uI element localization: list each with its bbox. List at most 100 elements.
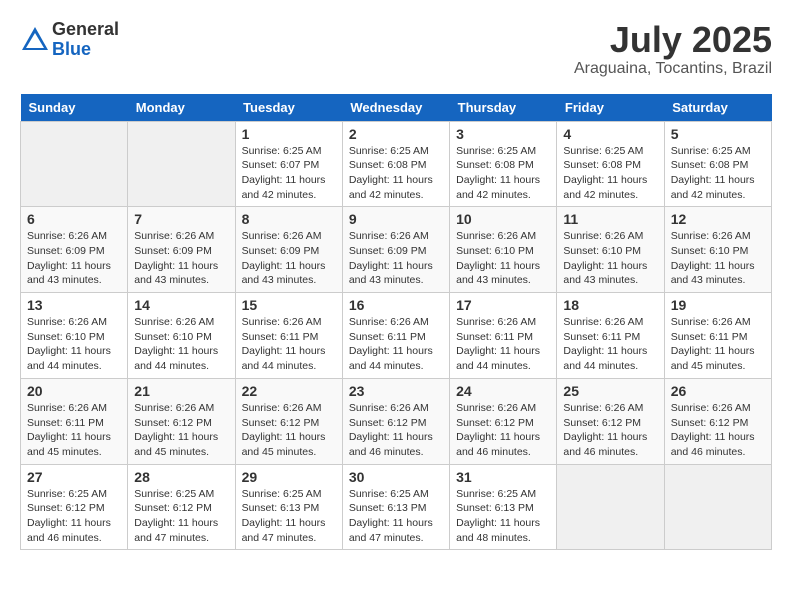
calendar-cell: 13Sunrise: 6:26 AM Sunset: 6:10 PM Dayli… bbox=[21, 293, 128, 379]
day-number: 9 bbox=[349, 211, 443, 227]
title-block: July 2025 Araguaina, Tocantins, Brazil bbox=[574, 20, 772, 78]
day-number: 2 bbox=[349, 126, 443, 142]
weekday-header-saturday: Saturday bbox=[664, 94, 771, 122]
calendar-cell: 22 Sunrise: 6:26 AM Sunset: 6:12 PM Dayli… bbox=[235, 378, 342, 464]
week-row-5: 27 Sunrise: 6:25 AM Sunset: 6:12 PM Dayli… bbox=[21, 464, 772, 550]
day-info: Sunrise: 6:26 AM Sunset: 6:12 PM Dayligh… bbox=[349, 401, 443, 460]
calendar-cell: 23 Sunrise: 6:26 AM Sunset: 6:12 PM Dayli… bbox=[342, 378, 449, 464]
day-number: 25 bbox=[563, 383, 657, 399]
day-number: 13 bbox=[27, 297, 121, 313]
day-number: 8 bbox=[242, 211, 336, 227]
day-number: 20 bbox=[27, 383, 121, 399]
day-info: Sunrise: 6:26 AM Sunset: 6:12 PM Dayligh… bbox=[563, 401, 657, 460]
calendar-cell: 14Sunrise: 6:26 AM Sunset: 6:10 PM Dayli… bbox=[128, 293, 235, 379]
calendar-cell: 31 Sunrise: 6:25 AM Sunset: 6:13 PM Dayli… bbox=[450, 464, 557, 550]
day-number: 22 bbox=[242, 383, 336, 399]
day-number: 17 bbox=[456, 297, 550, 313]
day-number: 24 bbox=[456, 383, 550, 399]
weekday-header-sunday: Sunday bbox=[21, 94, 128, 122]
calendar-cell: 27 Sunrise: 6:25 AM Sunset: 6:12 PM Dayli… bbox=[21, 464, 128, 550]
calendar-cell bbox=[128, 121, 235, 207]
day-info: Sunrise: 6:26 AM Sunset: 6:10 PM Dayligh… bbox=[456, 229, 550, 288]
day-info: Sunrise: 6:25 AM Sunset: 6:08 PM Dayligh… bbox=[456, 144, 550, 203]
calendar-cell: 9 Sunrise: 6:26 AM Sunset: 6:09 PM Daylig… bbox=[342, 207, 449, 293]
calendar-cell: 17 Sunrise: 6:26 AM Sunset: 6:11 PM Dayli… bbox=[450, 293, 557, 379]
day-number: 15 bbox=[242, 297, 336, 313]
page-header: General Blue July 2025 Araguaina, Tocant… bbox=[20, 20, 772, 78]
day-number: 7 bbox=[134, 211, 228, 227]
day-info: Sunrise: 6:26 AM Sunset: 6:09 PM Dayligh… bbox=[349, 229, 443, 288]
day-info: Sunrise: 6:26 AM Sunset: 6:12 PM Dayligh… bbox=[134, 401, 228, 460]
weekday-header-thursday: Thursday bbox=[450, 94, 557, 122]
calendar-cell bbox=[557, 464, 664, 550]
calendar-cell: 2 Sunrise: 6:25 AM Sunset: 6:08 PM Daylig… bbox=[342, 121, 449, 207]
location-title: Araguaina, Tocantins, Brazil bbox=[574, 60, 772, 78]
day-info: Sunrise: 6:25 AM Sunset: 6:08 PM Dayligh… bbox=[349, 144, 443, 203]
calendar-cell: 21Sunrise: 6:26 AM Sunset: 6:12 PM Dayli… bbox=[128, 378, 235, 464]
weekday-header-tuesday: Tuesday bbox=[235, 94, 342, 122]
calendar-cell: 7 Sunrise: 6:26 AM Sunset: 6:09 PM Daylig… bbox=[128, 207, 235, 293]
calendar-cell: 3Sunrise: 6:25 AM Sunset: 6:08 PM Daylig… bbox=[450, 121, 557, 207]
day-number: 16 bbox=[349, 297, 443, 313]
week-row-2: 6 Sunrise: 6:26 AM Sunset: 6:09 PM Daylig… bbox=[21, 207, 772, 293]
day-info: Sunrise: 6:25 AM Sunset: 6:08 PM Dayligh… bbox=[671, 144, 765, 203]
month-title: July 2025 bbox=[574, 20, 772, 60]
day-number: 1 bbox=[242, 126, 336, 142]
calendar-cell: 10 Sunrise: 6:26 AM Sunset: 6:10 PM Dayli… bbox=[450, 207, 557, 293]
calendar-cell: 4 Sunrise: 6:25 AM Sunset: 6:08 PM Daylig… bbox=[557, 121, 664, 207]
day-number: 27 bbox=[27, 469, 121, 485]
day-number: 10 bbox=[456, 211, 550, 227]
day-info: Sunrise: 6:26 AM Sunset: 6:09 PM Dayligh… bbox=[134, 229, 228, 288]
calendar-cell: 19 Sunrise: 6:26 AM Sunset: 6:11 PM Dayli… bbox=[664, 293, 771, 379]
calendar-cell bbox=[664, 464, 771, 550]
calendar-cell: 12 Sunrise: 6:26 AM Sunset: 6:10 PM Dayli… bbox=[664, 207, 771, 293]
weekday-header-monday: Monday bbox=[128, 94, 235, 122]
day-info: Sunrise: 6:26 AM Sunset: 6:11 PM Dayligh… bbox=[671, 315, 765, 374]
calendar-cell: 18 Sunrise: 6:26 AM Sunset: 6:11 PM Dayli… bbox=[557, 293, 664, 379]
day-number: 30 bbox=[349, 469, 443, 485]
day-info: Sunrise: 6:26 AM Sunset: 6:11 PM Dayligh… bbox=[242, 315, 336, 374]
logo: General Blue bbox=[20, 20, 119, 60]
day-number: 29 bbox=[242, 469, 336, 485]
day-info: Sunrise: 6:25 AM Sunset: 6:13 PM Dayligh… bbox=[456, 487, 550, 546]
day-number: 5 bbox=[671, 126, 765, 142]
day-info: Sunrise: 6:25 AM Sunset: 6:08 PM Dayligh… bbox=[563, 144, 657, 203]
day-info: Sunrise: 6:25 AM Sunset: 6:07 PM Dayligh… bbox=[242, 144, 336, 203]
calendar-cell: 30 Sunrise: 6:25 AM Sunset: 6:13 PM Dayli… bbox=[342, 464, 449, 550]
day-number: 23 bbox=[349, 383, 443, 399]
weekday-header-friday: Friday bbox=[557, 94, 664, 122]
week-row-1: 1 Sunrise: 6:25 AM Sunset: 6:07 PM Daylig… bbox=[21, 121, 772, 207]
day-info: Sunrise: 6:26 AM Sunset: 6:11 PM Dayligh… bbox=[27, 401, 121, 460]
day-info: Sunrise: 6:25 AM Sunset: 6:12 PM Dayligh… bbox=[27, 487, 121, 546]
day-number: 6 bbox=[27, 211, 121, 227]
calendar-cell: 6 Sunrise: 6:26 AM Sunset: 6:09 PM Daylig… bbox=[21, 207, 128, 293]
weekday-header-wednesday: Wednesday bbox=[342, 94, 449, 122]
day-info: Sunrise: 6:26 AM Sunset: 6:10 PM Dayligh… bbox=[134, 315, 228, 374]
day-info: Sunrise: 6:26 AM Sunset: 6:09 PM Dayligh… bbox=[27, 229, 121, 288]
calendar-cell: 5 Sunrise: 6:25 AM Sunset: 6:08 PM Daylig… bbox=[664, 121, 771, 207]
day-number: 12 bbox=[671, 211, 765, 227]
day-number: 4 bbox=[563, 126, 657, 142]
calendar-cell: 1 Sunrise: 6:25 AM Sunset: 6:07 PM Daylig… bbox=[235, 121, 342, 207]
calendar-cell: 26Sunrise: 6:26 AM Sunset: 6:12 PM Dayli… bbox=[664, 378, 771, 464]
day-info: Sunrise: 6:26 AM Sunset: 6:12 PM Dayligh… bbox=[456, 401, 550, 460]
day-number: 31 bbox=[456, 469, 550, 485]
day-number: 19 bbox=[671, 297, 765, 313]
day-info: Sunrise: 6:26 AM Sunset: 6:12 PM Dayligh… bbox=[671, 401, 765, 460]
calendar-cell: 28Sunrise: 6:25 AM Sunset: 6:12 PM Dayli… bbox=[128, 464, 235, 550]
day-number: 28 bbox=[134, 469, 228, 485]
day-number: 18 bbox=[563, 297, 657, 313]
calendar-cell: 15 Sunrise: 6:26 AM Sunset: 6:11 PM Dayli… bbox=[235, 293, 342, 379]
day-info: Sunrise: 6:25 AM Sunset: 6:13 PM Dayligh… bbox=[349, 487, 443, 546]
calendar-cell: 25 Sunrise: 6:26 AM Sunset: 6:12 PM Dayli… bbox=[557, 378, 664, 464]
logo-icon bbox=[20, 25, 50, 55]
day-info: Sunrise: 6:26 AM Sunset: 6:11 PM Dayligh… bbox=[563, 315, 657, 374]
day-info: Sunrise: 6:26 AM Sunset: 6:10 PM Dayligh… bbox=[671, 229, 765, 288]
day-info: Sunrise: 6:26 AM Sunset: 6:10 PM Dayligh… bbox=[563, 229, 657, 288]
logo-text: General Blue bbox=[52, 20, 119, 60]
week-row-4: 20 Sunrise: 6:26 AM Sunset: 6:11 PM Dayli… bbox=[21, 378, 772, 464]
day-info: Sunrise: 6:26 AM Sunset: 6:11 PM Dayligh… bbox=[456, 315, 550, 374]
calendar-cell: 11Sunrise: 6:26 AM Sunset: 6:10 PM Dayli… bbox=[557, 207, 664, 293]
day-info: Sunrise: 6:26 AM Sunset: 6:12 PM Dayligh… bbox=[242, 401, 336, 460]
calendar-cell: 24 Sunrise: 6:26 AM Sunset: 6:12 PM Dayli… bbox=[450, 378, 557, 464]
